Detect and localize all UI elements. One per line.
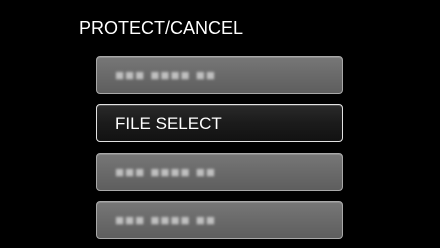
menu-item-3[interactable]: ■■■ ■■■■ ■■ (96, 153, 343, 191)
menu-item-4[interactable]: ■■■ ■■■■ ■■ (96, 201, 343, 239)
menu-item-3-label: ■■■ ■■■■ ■■ (115, 164, 216, 181)
menu-item-1[interactable]: ■■■ ■■■■ ■■ (96, 56, 343, 94)
menu-item-1-label: ■■■ ■■■■ ■■ (115, 67, 216, 84)
file-select-label: FILE SELECT (115, 114, 222, 133)
file-select-button[interactable]: FILE SELECT (96, 104, 343, 142)
camera-menu-screen: PROTECT/CANCEL ■■■ ■■■■ ■■ FILE SELECT ■… (0, 0, 440, 248)
menu-title: PROTECT/CANCEL (79, 18, 244, 38)
menu-item-4-label: ■■■ ■■■■ ■■ (115, 212, 216, 229)
